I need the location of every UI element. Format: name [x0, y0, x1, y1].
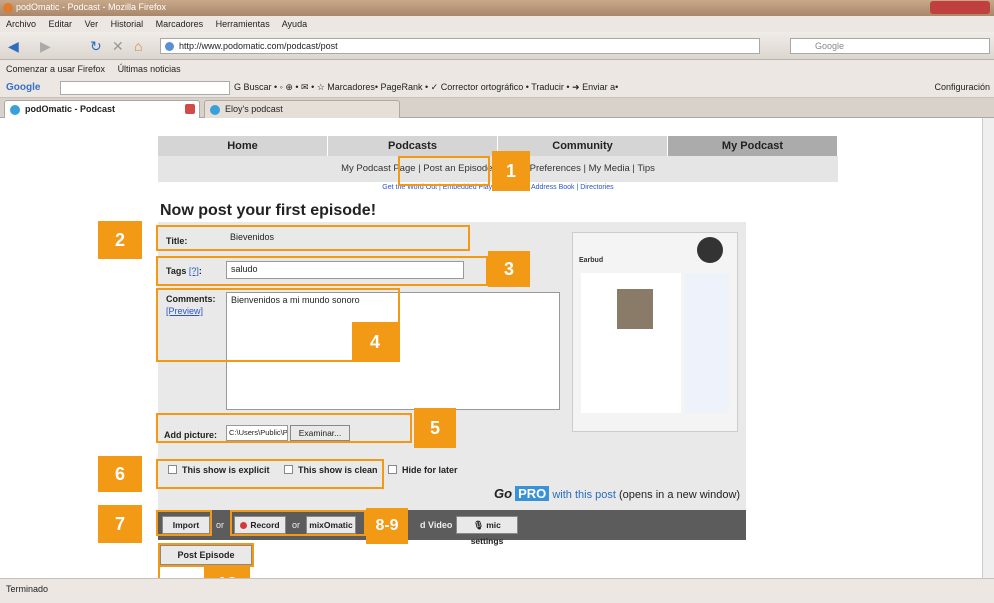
page-scrollbar[interactable] [982, 118, 994, 578]
preview-logo-circle [697, 237, 723, 263]
menu-ayuda[interactable]: Ayuda [282, 19, 307, 29]
window-title: podOmatic - Podcast - Mozilla Firefox [16, 2, 167, 12]
go-pro-note: (opens in a new window) [619, 489, 741, 501]
stop-button[interactable]: ✕ [112, 36, 124, 56]
tab-label: Eloy's podcast [225, 104, 283, 114]
menu-ver[interactable]: Ver [85, 19, 99, 29]
window-title-bar: podOmatic - Podcast - Mozilla Firefox [0, 0, 994, 16]
annotation-badge-3: 3 [488, 251, 530, 287]
reload-button[interactable]: ↻ [90, 36, 102, 56]
annotation-box-6 [156, 459, 384, 489]
annotation-box-5 [156, 413, 412, 443]
nav-home[interactable]: Home [158, 136, 328, 156]
annotation-box-3 [156, 256, 488, 286]
go-text: Go [494, 486, 513, 501]
menu-archivo[interactable]: Archivo [6, 19, 36, 29]
annotation-badge-1: 1 [492, 151, 530, 191]
tab-label: podOmatic - Podcast [25, 104, 116, 114]
or-text: or [216, 520, 225, 530]
nav-podcasts[interactable]: Podcasts [328, 136, 498, 156]
tab-podomatic[interactable]: podOmatic - Podcast [4, 100, 200, 118]
theme-preview-image: Earbud [572, 232, 738, 432]
home-button[interactable]: ⌂ [134, 36, 142, 56]
pro-badge[interactable]: PRO [515, 486, 550, 501]
google-toolbar: Google G Buscar • ◦ ⊕ • ✉ • ☆ Marcadores… [0, 78, 994, 98]
go-pro-link[interactable]: with this post [552, 489, 616, 501]
google-toolbar-buttons[interactable]: G Buscar • ◦ ⊕ • ✉ • ☆ Marcadores• PageR… [234, 82, 618, 93]
status-text: Terminado [6, 584, 49, 594]
tab-eloys-podcast[interactable]: Eloy's podcast [204, 100, 400, 118]
annotation-badge-7: 7 [98, 505, 142, 543]
annotation-badge-2: 2 [98, 221, 142, 259]
window-controls[interactable] [930, 1, 990, 14]
page-title: Now post your first episode! [160, 202, 377, 219]
annotation-badge-5: 5 [414, 408, 456, 448]
annotation-box-7 [156, 510, 212, 536]
url-text: http://www.podomatic.com/podcast/post [179, 41, 338, 51]
google-logo: Google [6, 82, 41, 93]
annotation-box-2 [156, 225, 470, 251]
bookmark-item[interactable]: Últimas noticias [118, 64, 181, 74]
tab-favicon-icon [210, 105, 220, 115]
hide-label: Hide for later [402, 465, 458, 475]
site-icon [165, 42, 174, 51]
preview-sidebar [685, 273, 729, 413]
mic-icon: 🎙 [473, 520, 484, 530]
navigation-toolbar: ◀ ▶ ↻ ✕ ⌂ http://www.podomatic.com/podca… [0, 32, 994, 60]
annotation-badge-6: 6 [98, 456, 142, 492]
nav-my-podcast[interactable]: My Podcast [668, 136, 838, 156]
menu-marcadores[interactable]: Marcadores [156, 19, 204, 29]
bookmarks-bar: Comenzar a usar Firefox Últimas noticias [0, 60, 994, 78]
menu-herramientas[interactable]: Herramientas [216, 19, 270, 29]
url-bar[interactable]: http://www.podomatic.com/podcast/post [160, 38, 760, 54]
firefox-icon [3, 3, 13, 13]
close-tab-icon[interactable] [185, 104, 195, 114]
annotation-badge-8-9: 8-9 [366, 508, 408, 544]
upload-video-text[interactable]: d Video [420, 520, 452, 530]
back-button[interactable]: ◀ [8, 36, 19, 56]
preview-title: Earbud [579, 257, 604, 264]
preview-photo [617, 289, 653, 329]
annotation-box-8-9 [230, 510, 366, 536]
tab-favicon-icon [10, 105, 20, 115]
menu-historial[interactable]: Historial [111, 19, 144, 29]
annotation-box-1 [398, 156, 490, 186]
annotation-badge-4: 4 [352, 322, 398, 362]
search-input[interactable]: Google [790, 38, 990, 54]
annotation-box-10 [158, 543, 254, 567]
forward-button[interactable]: ▶ [40, 36, 51, 56]
menu-bar: Archivo Editar Ver Historial Marcadores … [0, 16, 994, 32]
go-pro-promo: Go PRO with this post (opens in a new wi… [494, 486, 740, 501]
menu-editar[interactable]: Editar [49, 19, 73, 29]
mic-settings-button[interactable]: 🎙 mic settings [456, 516, 518, 546]
bookmark-item[interactable]: Comenzar a usar Firefox [6, 64, 105, 74]
status-bar: Terminado [0, 578, 994, 603]
hide-checkbox[interactable] [388, 465, 397, 474]
google-config-button[interactable]: Configuración [934, 82, 990, 92]
google-search-input[interactable] [60, 81, 230, 95]
tab-strip: podOmatic - Podcast Eloy's podcast [0, 98, 994, 118]
